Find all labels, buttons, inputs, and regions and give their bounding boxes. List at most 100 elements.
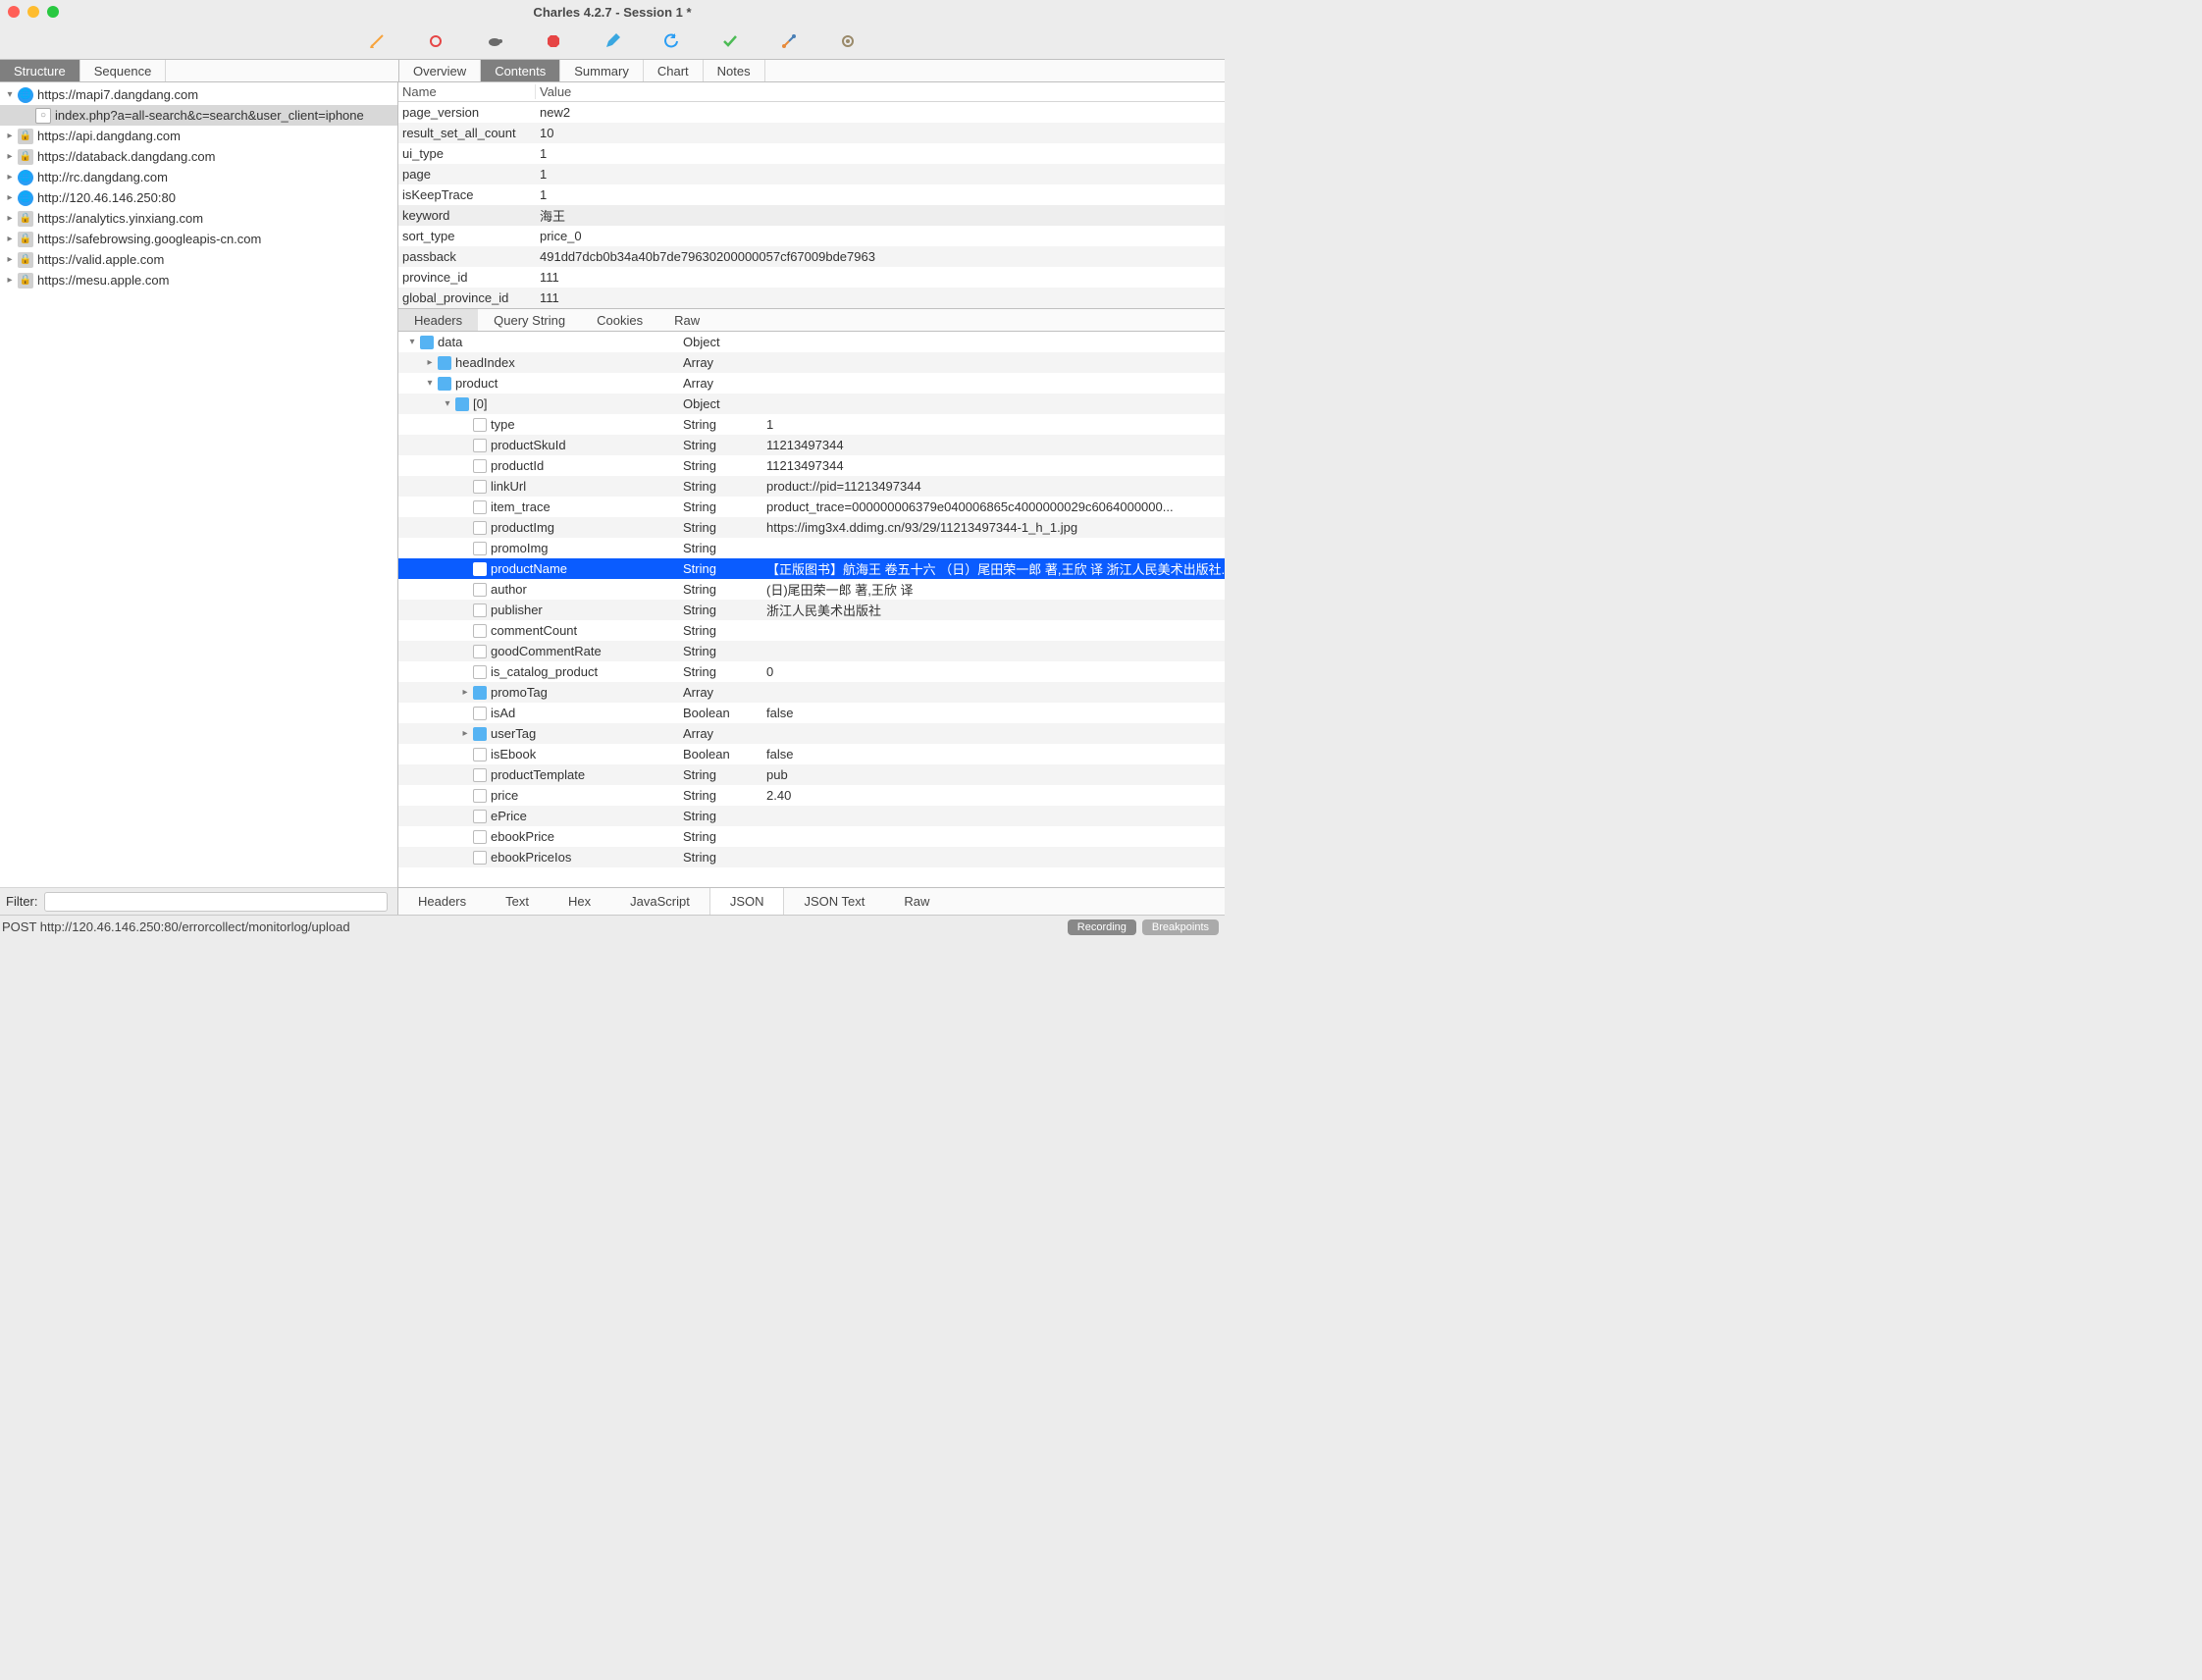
tree-host-item[interactable]: ▸🌐http://120.46.146.250:80 xyxy=(0,187,397,208)
tree-host-item[interactable]: ▸🌐http://rc.dangdang.com xyxy=(0,167,397,187)
json-node[interactable]: productImgStringhttps://img3x4.ddimg.cn/… xyxy=(398,517,1225,538)
wrench-icon[interactable] xyxy=(779,31,799,51)
json-node[interactable]: publisherString浙江人民美术出版社 xyxy=(398,600,1225,620)
tab-structure[interactable]: Structure xyxy=(0,60,80,81)
json-node[interactable]: promoImgString xyxy=(398,538,1225,558)
response-json-tree[interactable]: ▾dataObject▸headIndexArray▾productArray▾… xyxy=(398,332,1225,887)
record-icon[interactable] xyxy=(426,31,446,51)
stop-icon[interactable] xyxy=(544,31,563,51)
param-row[interactable]: page1 xyxy=(398,164,1225,184)
subtab-query-string[interactable]: Query String xyxy=(478,309,581,331)
status-bar: POST http://120.46.146.250:80/errorcolle… xyxy=(0,915,1225,938)
tree-host-item[interactable]: ▸🔒https://valid.apple.com xyxy=(0,249,397,270)
json-node[interactable]: commentCountString xyxy=(398,620,1225,641)
param-row[interactable]: ui_type1 xyxy=(398,143,1225,164)
breakpoints-indicator[interactable]: Breakpoints xyxy=(1142,919,1219,935)
json-node[interactable]: ▾dataObject xyxy=(398,332,1225,352)
bottomtab-hex[interactable]: Hex xyxy=(549,888,610,915)
bottomtab-text[interactable]: Text xyxy=(486,888,549,915)
gear-icon[interactable] xyxy=(838,31,858,51)
tree-host-item[interactable]: ▸🔒https://api.dangdang.com xyxy=(0,126,397,146)
disclosure-triangle[interactable]: ▸ xyxy=(4,213,16,224)
disclosure-triangle[interactable]: ▸ xyxy=(4,172,16,183)
json-node[interactable]: ▸userTagArray xyxy=(398,723,1225,744)
disclosure-triangle[interactable]: ▾ xyxy=(406,337,418,347)
refresh-icon[interactable] xyxy=(661,31,681,51)
json-node[interactable]: ePriceString xyxy=(398,806,1225,826)
tab-summary[interactable]: Summary xyxy=(560,60,644,81)
json-node[interactable]: productIdString11213497344 xyxy=(398,455,1225,476)
json-node[interactable]: productNameString【正版图书】航海王 卷五十六 （日）尾田荣一郎… xyxy=(398,558,1225,579)
json-node[interactable]: ▾productArray xyxy=(398,373,1225,394)
tree-host-item[interactable]: ▸🔒https://safebrowsing.googleapis-cn.com xyxy=(0,229,397,249)
json-node[interactable]: isAdBooleanfalse xyxy=(398,703,1225,723)
json-node[interactable]: item_traceStringproduct_trace=0000000063… xyxy=(398,497,1225,517)
json-node[interactable]: isEbookBooleanfalse xyxy=(398,744,1225,764)
param-value: 491dd7dcb0b34a40b7de79630200000057cf6700… xyxy=(536,249,1225,264)
json-node[interactable]: goodCommentRateString xyxy=(398,641,1225,661)
json-node[interactable]: productTemplateStringpub xyxy=(398,764,1225,785)
param-row[interactable]: province_id111 xyxy=(398,267,1225,288)
turtle-icon[interactable] xyxy=(485,31,504,51)
param-row[interactable]: sort_typeprice_0 xyxy=(398,226,1225,246)
disclosure-triangle[interactable]: ▸ xyxy=(459,687,471,698)
filter-input[interactable] xyxy=(44,892,388,912)
json-key: promoImg xyxy=(491,541,683,555)
json-node[interactable]: productSkuIdString11213497344 xyxy=(398,435,1225,455)
disclosure-triangle[interactable]: ▾ xyxy=(4,89,16,100)
disclosure-triangle[interactable]: ▸ xyxy=(4,254,16,265)
recording-indicator[interactable]: Recording xyxy=(1068,919,1136,935)
bottomtab-json-text[interactable]: JSON Text xyxy=(784,888,884,915)
tab-overview[interactable]: Overview xyxy=(399,60,481,81)
minimize-window-button[interactable] xyxy=(27,6,39,18)
tree-host-item[interactable]: ▾🌐https://mapi7.dangdang.com xyxy=(0,84,397,105)
json-node[interactable]: priceString2.40 xyxy=(398,785,1225,806)
tree-request-item[interactable]: ○index.php?a=all-search&c=search&user_cl… xyxy=(0,105,397,126)
param-row[interactable]: keyword海王 xyxy=(398,205,1225,226)
disclosure-triangle[interactable]: ▾ xyxy=(424,378,436,389)
json-node[interactable]: linkUrlStringproduct://pid=11213497344 xyxy=(398,476,1225,497)
pencil-icon[interactable] xyxy=(603,31,622,51)
disclosure-triangle[interactable]: ▸ xyxy=(4,131,16,141)
disclosure-triangle[interactable]: ▾ xyxy=(442,398,453,409)
bottomtab-json[interactable]: JSON xyxy=(709,888,785,915)
json-node[interactable]: ▾[0]Object xyxy=(398,394,1225,414)
disclosure-triangle[interactable]: ▸ xyxy=(4,192,16,203)
param-row[interactable]: global_province_id111 xyxy=(398,288,1225,308)
subtab-raw[interactable]: Raw xyxy=(658,309,715,331)
json-node[interactable]: authorString(日)尾田荣一郎 著,王欣 译 xyxy=(398,579,1225,600)
tab-sequence[interactable]: Sequence xyxy=(80,60,167,81)
close-window-button[interactable] xyxy=(8,6,20,18)
disclosure-triangle[interactable]: ▸ xyxy=(424,357,436,368)
disclosure-triangle[interactable]: ▸ xyxy=(459,728,471,739)
param-row[interactable]: passback491dd7dcb0b34a40b7de796302000000… xyxy=(398,246,1225,267)
broom-icon[interactable] xyxy=(367,31,387,51)
zoom-window-button[interactable] xyxy=(47,6,59,18)
tree-host-item[interactable]: ▸🔒https://databack.dangdang.com xyxy=(0,146,397,167)
param-row[interactable]: page_versionnew2 xyxy=(398,102,1225,123)
bottomtab-javascript[interactable]: JavaScript xyxy=(610,888,709,915)
tree-host-item[interactable]: ▸🔒https://mesu.apple.com xyxy=(0,270,397,290)
tab-contents[interactable]: Contents xyxy=(481,60,560,81)
subtab-cookies[interactable]: Cookies xyxy=(581,309,658,331)
host-tree[interactable]: ▾🌐https://mapi7.dangdang.com○index.php?a… xyxy=(0,82,397,887)
tree-host-item[interactable]: ▸🔒https://analytics.yinxiang.com xyxy=(0,208,397,229)
disclosure-triangle[interactable]: ▸ xyxy=(4,234,16,244)
bottomtab-raw[interactable]: Raw xyxy=(884,888,949,915)
disclosure-triangle[interactable]: ▸ xyxy=(4,275,16,286)
json-node[interactable]: ebookPriceIosString xyxy=(398,847,1225,867)
subtab-headers[interactable]: Headers xyxy=(398,309,478,331)
tab-notes[interactable]: Notes xyxy=(704,60,765,81)
disclosure-triangle[interactable]: ▸ xyxy=(4,151,16,162)
param-row[interactable]: result_set_all_count10 xyxy=(398,123,1225,143)
json-node[interactable]: ▸headIndexArray xyxy=(398,352,1225,373)
bottomtab-headers[interactable]: Headers xyxy=(398,888,486,915)
json-node[interactable]: ▸promoTagArray xyxy=(398,682,1225,703)
tab-chart[interactable]: Chart xyxy=(644,60,704,81)
json-node[interactable]: ebookPriceString xyxy=(398,826,1225,847)
param-row[interactable]: isKeepTrace1 xyxy=(398,184,1225,205)
request-params-table[interactable]: page_versionnew2result_set_all_count10ui… xyxy=(398,102,1225,308)
check-icon[interactable] xyxy=(720,31,740,51)
json-node[interactable]: is_catalog_productString0 xyxy=(398,661,1225,682)
json-node[interactable]: typeString1 xyxy=(398,414,1225,435)
